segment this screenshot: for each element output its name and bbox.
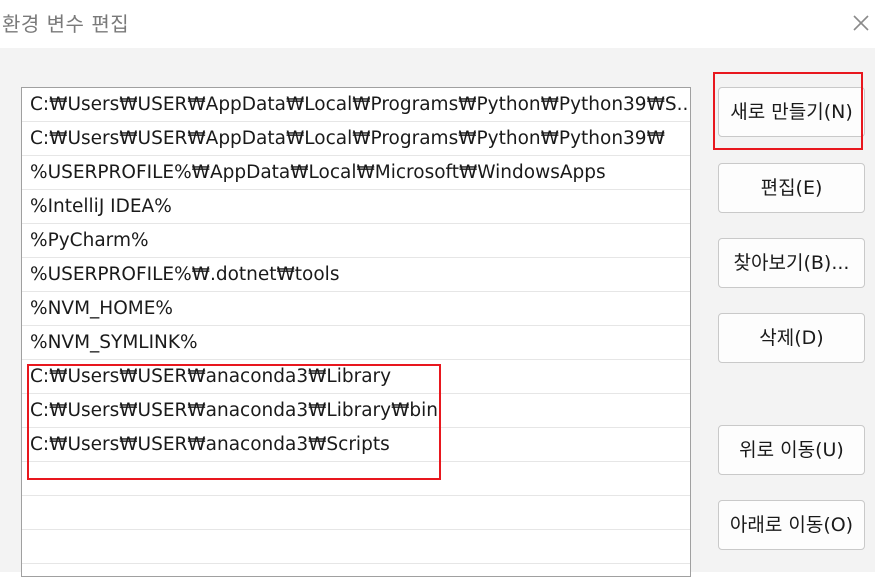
new-button[interactable]: 새로 만들기(N) [718, 87, 865, 137]
list-item[interactable]: %PyCharm% [22, 224, 690, 258]
path-list[interactable]: C:₩Users₩USER₩AppData₩Local₩Programs₩Pyt… [21, 87, 691, 577]
list-item[interactable]: %NVM_HOME% [22, 292, 690, 326]
title-bar: 환경 변수 편집 [0, 0, 875, 48]
list-item-empty[interactable] [22, 496, 690, 530]
list-item[interactable]: C:₩Users₩USER₩AppData₩Local₩Programs₩Pyt… [22, 122, 690, 156]
move-up-button[interactable]: 위로 이동(U) [718, 425, 865, 475]
list-item[interactable]: %NVM_SYMLINK% [22, 326, 690, 360]
window-title: 환경 변수 편집 [2, 12, 130, 36]
list-item[interactable]: C:₩Users₩USER₩anaconda3₩Library₩bin [22, 394, 690, 428]
list-item[interactable]: C:₩Users₩USER₩AppData₩Local₩Programs₩Pyt… [22, 88, 690, 122]
list-item-empty[interactable] [22, 530, 690, 564]
browse-button[interactable]: 찾아보기(B)... [718, 238, 865, 288]
edit-button[interactable]: 편집(E) [718, 163, 865, 213]
move-down-button[interactable]: 아래로 이동(O) [718, 500, 865, 550]
close-icon [853, 15, 869, 31]
list-item[interactable]: %IntelliJ IDEA% [22, 190, 690, 224]
list-item[interactable]: C:₩Users₩USER₩anaconda3₩Scripts [22, 428, 690, 462]
list-item-empty[interactable] [22, 462, 690, 496]
delete-button[interactable]: 삭제(D) [718, 313, 865, 363]
list-item[interactable]: %USERPROFILE%₩.dotnet₩tools [22, 258, 690, 292]
list-item[interactable]: C:₩Users₩USER₩anaconda3₩Library [22, 360, 690, 394]
list-item[interactable]: %USERPROFILE%₩AppData₩Local₩Microsoft₩Wi… [22, 156, 690, 190]
close-button[interactable] [848, 10, 874, 36]
